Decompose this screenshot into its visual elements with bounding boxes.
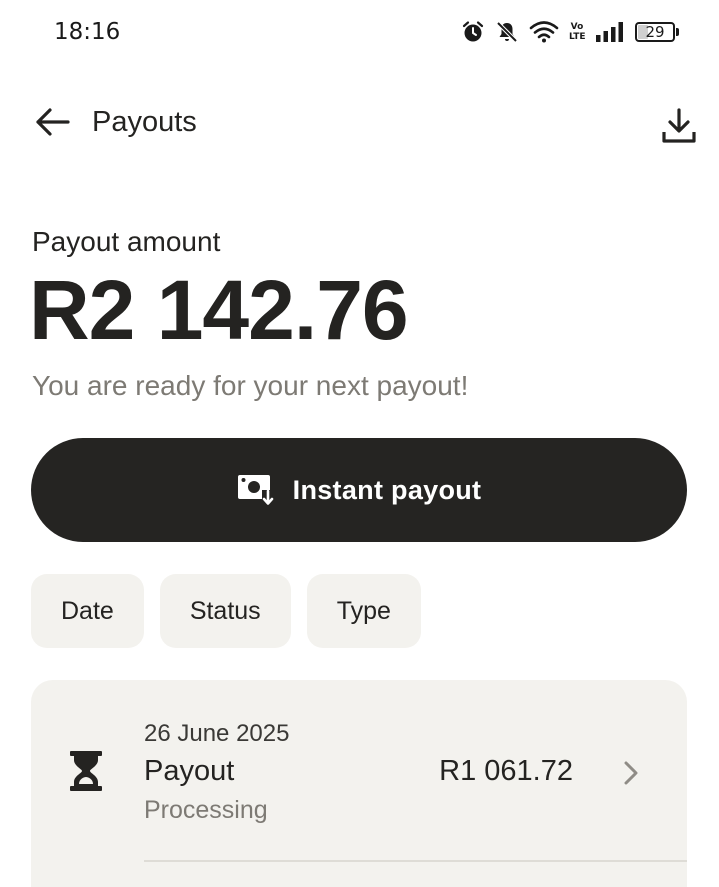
payout-amount: R2 142.76	[29, 263, 409, 357]
filter-date-chip[interactable]: Date	[31, 574, 144, 648]
battery-level: 29	[645, 23, 665, 41]
filter-chips: Date Status Type	[31, 574, 421, 648]
payout-row-amount: R1 061.72	[439, 755, 573, 787]
status-icons: Vo LTE 29	[461, 18, 679, 46]
filter-status-chip[interactable]: Status	[159, 574, 291, 648]
battery-icon: 29	[635, 21, 679, 43]
bell-off-icon	[495, 20, 519, 44]
volte-icon: Vo LTE	[569, 22, 586, 42]
page-title: Payouts	[92, 106, 197, 138]
instant-payout-label: Instant payout	[292, 474, 482, 505]
filter-type-chip[interactable]: Type	[306, 574, 421, 648]
chevron-right-icon	[624, 761, 638, 785]
status-bar: 18:16 Vo LTE 29	[0, 0, 719, 64]
download-button[interactable]	[661, 108, 697, 144]
app-bar: Payouts	[0, 90, 719, 154]
wifi-icon	[529, 20, 559, 44]
payout-title: Payout	[144, 755, 235, 787]
payout-status: Processing	[144, 796, 268, 824]
alarm-icon	[461, 20, 485, 44]
payout-date: 26 June 2025	[144, 720, 290, 747]
payout-list: 26 June 2025 Payout Processing R1 061.72	[31, 680, 687, 887]
status-time: 18:16	[54, 19, 121, 45]
payout-ready-note: You are ready for your next payout!	[32, 370, 469, 401]
row-divider	[144, 860, 687, 862]
payout-row[interactable]: 26 June 2025 Payout Processing R1 061.72	[31, 680, 687, 860]
cash-download-icon	[237, 475, 275, 507]
instant-payout-button[interactable]: Instant payout	[31, 438, 687, 542]
arrow-left-icon	[36, 108, 70, 136]
signal-icon	[595, 21, 625, 43]
back-button[interactable]	[32, 104, 72, 140]
payout-amount-label: Payout amount	[32, 226, 221, 257]
hourglass-icon	[70, 751, 102, 791]
download-icon	[662, 108, 696, 143]
